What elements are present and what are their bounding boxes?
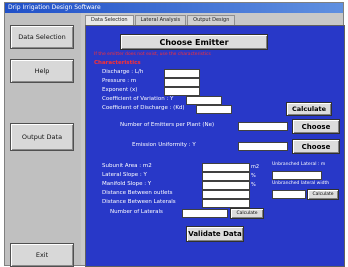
emission-uniformity-field[interactable] xyxy=(238,142,288,151)
coef-discharge-field[interactable] xyxy=(196,105,232,114)
num-laterals-label: Number of Laterals xyxy=(110,209,163,215)
choose-eu-button[interactable]: Choose xyxy=(292,139,340,154)
emission-uniformity-label: Emission Uniformity : Y xyxy=(132,142,196,148)
dist-outlets-field[interactable] xyxy=(202,190,250,199)
choose-emitter-button[interactable]: Choose Emitter xyxy=(120,34,268,50)
emitters-per-plant-label: Number of Emitters per Plant (Ne) xyxy=(120,122,215,128)
subunit-length-label: Unbranched Lateral : m xyxy=(272,162,326,167)
subunit-area-unit: m2 xyxy=(251,164,260,170)
discharge-label: Discharge : L/h xyxy=(102,69,144,75)
data-selection-button[interactable]: Data Selection xyxy=(10,25,74,49)
subunit-width-label: Unbranched lateral width xyxy=(272,181,330,186)
validate-data-button[interactable]: Validate Data xyxy=(186,226,244,242)
data-panel: Choose Emitter If the emitter does not e… xyxy=(85,25,345,267)
tab-data-selection[interactable]: Data Selection xyxy=(85,15,134,25)
calculate-subunit-button[interactable]: Calculate xyxy=(307,189,339,200)
help-button[interactable]: Help xyxy=(10,59,74,83)
emitters-per-plant-field[interactable] xyxy=(238,122,288,131)
subunit-area-field[interactable] xyxy=(202,163,250,172)
num-laterals-field[interactable] xyxy=(182,209,228,218)
calculate-laterals-button[interactable]: Calculate xyxy=(230,208,264,219)
tab-strip: Data Selection Lateral Analysis Output D… xyxy=(85,15,236,25)
dist-laterals-label: Distance Between Laterals xyxy=(102,199,176,205)
app-window: Drip Irrigation Design Software Data Sel… xyxy=(4,2,345,267)
manifold-slope-label: Manifold Slope : Y xyxy=(102,181,152,187)
lateral-slope-field[interactable] xyxy=(202,172,250,181)
output-data-button[interactable]: Output Data xyxy=(10,123,74,151)
tab-lateral-analysis[interactable]: Lateral Analysis xyxy=(134,15,187,25)
tab-output-design[interactable]: Output Design xyxy=(187,15,236,25)
title-bar: Drip Irrigation Design Software xyxy=(5,3,343,13)
manifold-slope-unit: % xyxy=(251,182,256,188)
dist-laterals-field[interactable] xyxy=(202,199,250,208)
coef-variation-field[interactable] xyxy=(186,96,222,105)
pressure-label: Pressure : m xyxy=(102,78,137,84)
coef-discharge-label: Coefficient of Discharge : (Kd) xyxy=(102,105,185,111)
characteristics-label: Characteristics xyxy=(94,60,141,66)
choose-ne-button[interactable]: Choose xyxy=(292,119,340,134)
window-title: Drip Irrigation Design Software xyxy=(8,4,101,11)
subunit-length-field[interactable] xyxy=(272,171,322,180)
coef-variation-label: Coefficient of Variation : Y xyxy=(102,96,174,102)
sidebar: Data Selection Help Output Data Exit xyxy=(5,13,81,267)
exponent-field[interactable] xyxy=(164,87,200,96)
subunit-width-field[interactable] xyxy=(272,190,306,199)
calculate-button[interactable]: Calculate xyxy=(286,102,332,116)
exponent-label: Exponent (x) xyxy=(102,87,138,93)
emitter-hint: If the emitter does not exist, use the c… xyxy=(94,52,211,57)
lateral-slope-label: Lateral Slope : Y xyxy=(102,172,147,178)
subunit-area-label: Subunit Area : m2 xyxy=(102,163,152,169)
pressure-field[interactable] xyxy=(164,78,200,87)
discharge-field[interactable] xyxy=(164,69,200,78)
exit-button[interactable]: Exit xyxy=(10,243,74,267)
manifold-slope-field[interactable] xyxy=(202,181,250,190)
lateral-slope-unit: % xyxy=(251,173,256,179)
dist-outlets-label: Distance Between outlets xyxy=(102,190,173,196)
